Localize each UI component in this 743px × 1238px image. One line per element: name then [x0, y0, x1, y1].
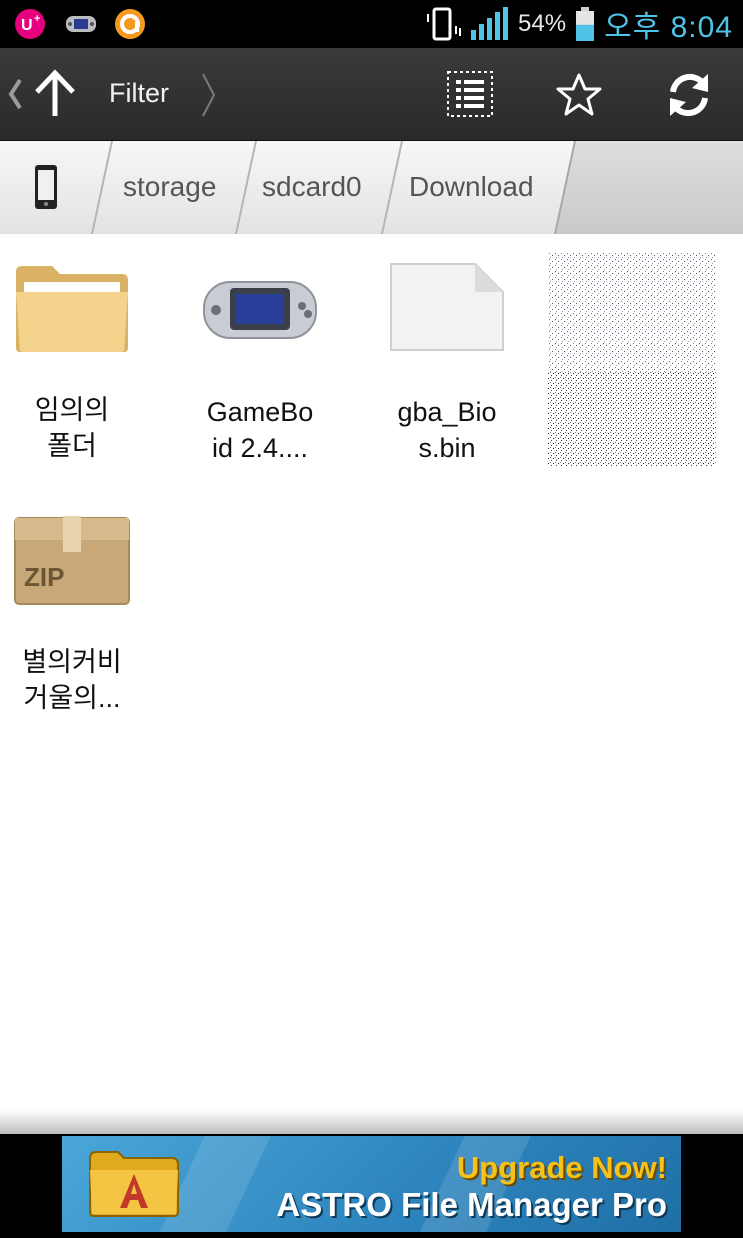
battery-percent: 54%: [518, 10, 567, 37]
image-thumbnail: [548, 252, 716, 466]
phone-icon[interactable]: [33, 163, 59, 211]
ad-headline: Upgrade Now!: [456, 1150, 667, 1185]
up-arrow-icon[interactable]: [32, 68, 78, 118]
ad-product-name: ASTRO File Manager Pro: [276, 1186, 667, 1223]
breadcrumb-sdcard0[interactable]: sdcard0: [262, 171, 362, 203]
file-icon: [390, 263, 504, 351]
breadcrumb-background: [0, 141, 576, 234]
folder-icon: [16, 266, 128, 352]
gameboy-icon: [66, 16, 96, 32]
file-label: 임의의 폴더: [34, 395, 110, 461]
svg-text:U: U: [21, 17, 33, 34]
refresh-icon[interactable]: [664, 70, 714, 120]
list-view-icon[interactable]: [446, 70, 494, 118]
orange-app-icon: [115, 9, 145, 39]
file-label: 별의커비 거울의...: [22, 647, 122, 713]
filter-button[interactable]: Filter: [109, 78, 169, 109]
ad-banner[interactable]: Upgrade Now! ASTRO File Manager Pro: [62, 1136, 681, 1232]
breadcrumb-storage[interactable]: storage: [123, 171, 216, 203]
signal-icon: [471, 7, 509, 40]
breadcrumb-download[interactable]: Download: [409, 171, 534, 203]
toolbar: Filter: [0, 48, 743, 141]
clock: 오후 8:04: [604, 11, 733, 44]
status-icons-right: 54% 오후 8:04: [424, 4, 733, 44]
status-icons-left: U +: [14, 8, 148, 40]
chevron-left-icon[interactable]: [6, 76, 24, 112]
star-icon[interactable]: [556, 72, 602, 116]
zip-icon-label: ZIP: [24, 562, 65, 592]
svg-text:+: +: [34, 13, 40, 25]
status-bar: U + 54% 오후 8:04: [0, 0, 743, 48]
chevron-right-icon[interactable]: [198, 70, 218, 120]
astro-folder-icon: [89, 1151, 179, 1217]
ad-bar: Upgrade Now! ASTRO File Manager Pro: [0, 1134, 743, 1238]
gameboy-app-icon: [203, 281, 317, 339]
breadcrumb: storage sdcard0 Download: [0, 141, 743, 234]
file-label: GameBo id 2.4....: [206, 397, 314, 463]
content-bottom-edge: [0, 1110, 743, 1134]
file-label: gba_Bio s.bin: [397, 397, 497, 463]
battery-icon: [576, 7, 595, 41]
uplus-icon: U +: [15, 9, 45, 39]
vibrate-icon: [427, 7, 462, 41]
